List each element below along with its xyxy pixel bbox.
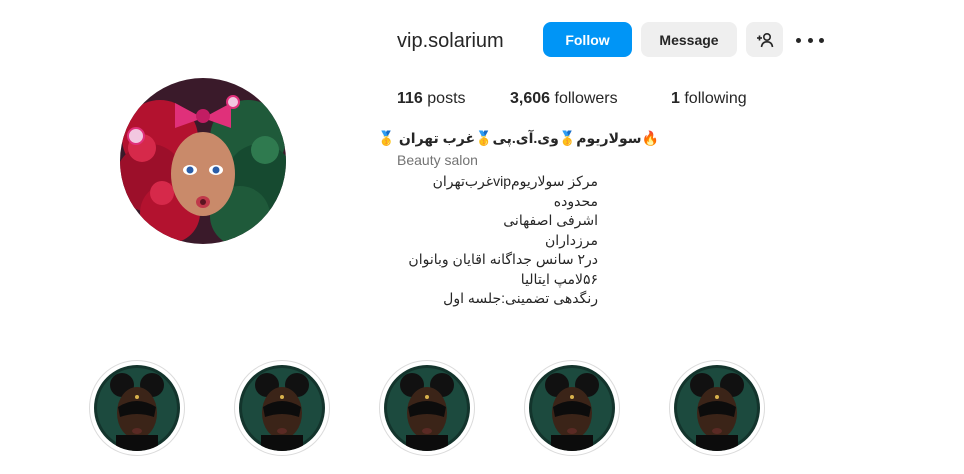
posts-count: 116 — [397, 90, 423, 107]
bio-full-name: 🔥سولاریوم🥇وی.آی.پی🥇غرب تهران 🥇 — [377, 130, 660, 146]
bio-line: مرکز سولاریومvipغرب‌تهران — [432, 173, 598, 189]
avatar-illustration-icon — [120, 78, 286, 244]
posts-stat: 116 posts — [397, 89, 466, 109]
bio-line: ۵۶لامپ ایتالیا — [520, 270, 598, 287]
message-button[interactable]: Message — [641, 22, 737, 57]
bio-line: در۲ سانس جداگانه اقایان وبانوان — [408, 251, 598, 267]
highlight-cover-icon — [94, 365, 180, 451]
followers-label: followers — [554, 90, 618, 107]
dot — [807, 37, 813, 43]
following-stat[interactable]: 1 following — [671, 89, 747, 109]
story-highlights — [0, 360, 964, 474]
bio-category: Beauty salon — [397, 152, 478, 168]
more-options-icon[interactable] — [796, 30, 824, 50]
dot — [819, 37, 824, 43]
followers-stat[interactable]: 3,606 followers — [510, 89, 618, 109]
bio-text: مرکز سولاریومvipغرب‌تهران محدوده اشرفی ا… — [390, 172, 598, 309]
profile-avatar[interactable] — [120, 78, 286, 244]
profile-username: vip.solarium — [397, 30, 504, 52]
following-count: 1 — [671, 90, 680, 107]
highlight-cover-icon — [384, 365, 470, 451]
add-person-icon — [756, 32, 773, 47]
suggested-accounts-button[interactable] — [746, 22, 783, 57]
posts-label: posts — [427, 90, 466, 107]
highlight-cover-icon — [529, 365, 615, 451]
highlight-cover-icon — [239, 365, 325, 451]
dot — [796, 37, 801, 43]
bio-line: رنگدهی تضمینی:جلسه اول — [443, 290, 598, 306]
follow-button[interactable]: Follow — [543, 22, 632, 57]
bio-line: محدوده — [553, 192, 598, 209]
highlight-item[interactable] — [234, 360, 330, 456]
followers-count: 3,606 — [510, 90, 551, 107]
highlight-item[interactable] — [89, 360, 185, 456]
highlight-item[interactable] — [524, 360, 620, 456]
highlight-item[interactable] — [379, 360, 475, 456]
highlight-item[interactable] — [669, 360, 765, 456]
bio-line: مرزداران — [544, 231, 598, 248]
following-label: following — [684, 90, 747, 107]
highlight-cover-icon — [674, 365, 760, 451]
bio-line: اشرفی اصفهانی — [503, 212, 598, 228]
